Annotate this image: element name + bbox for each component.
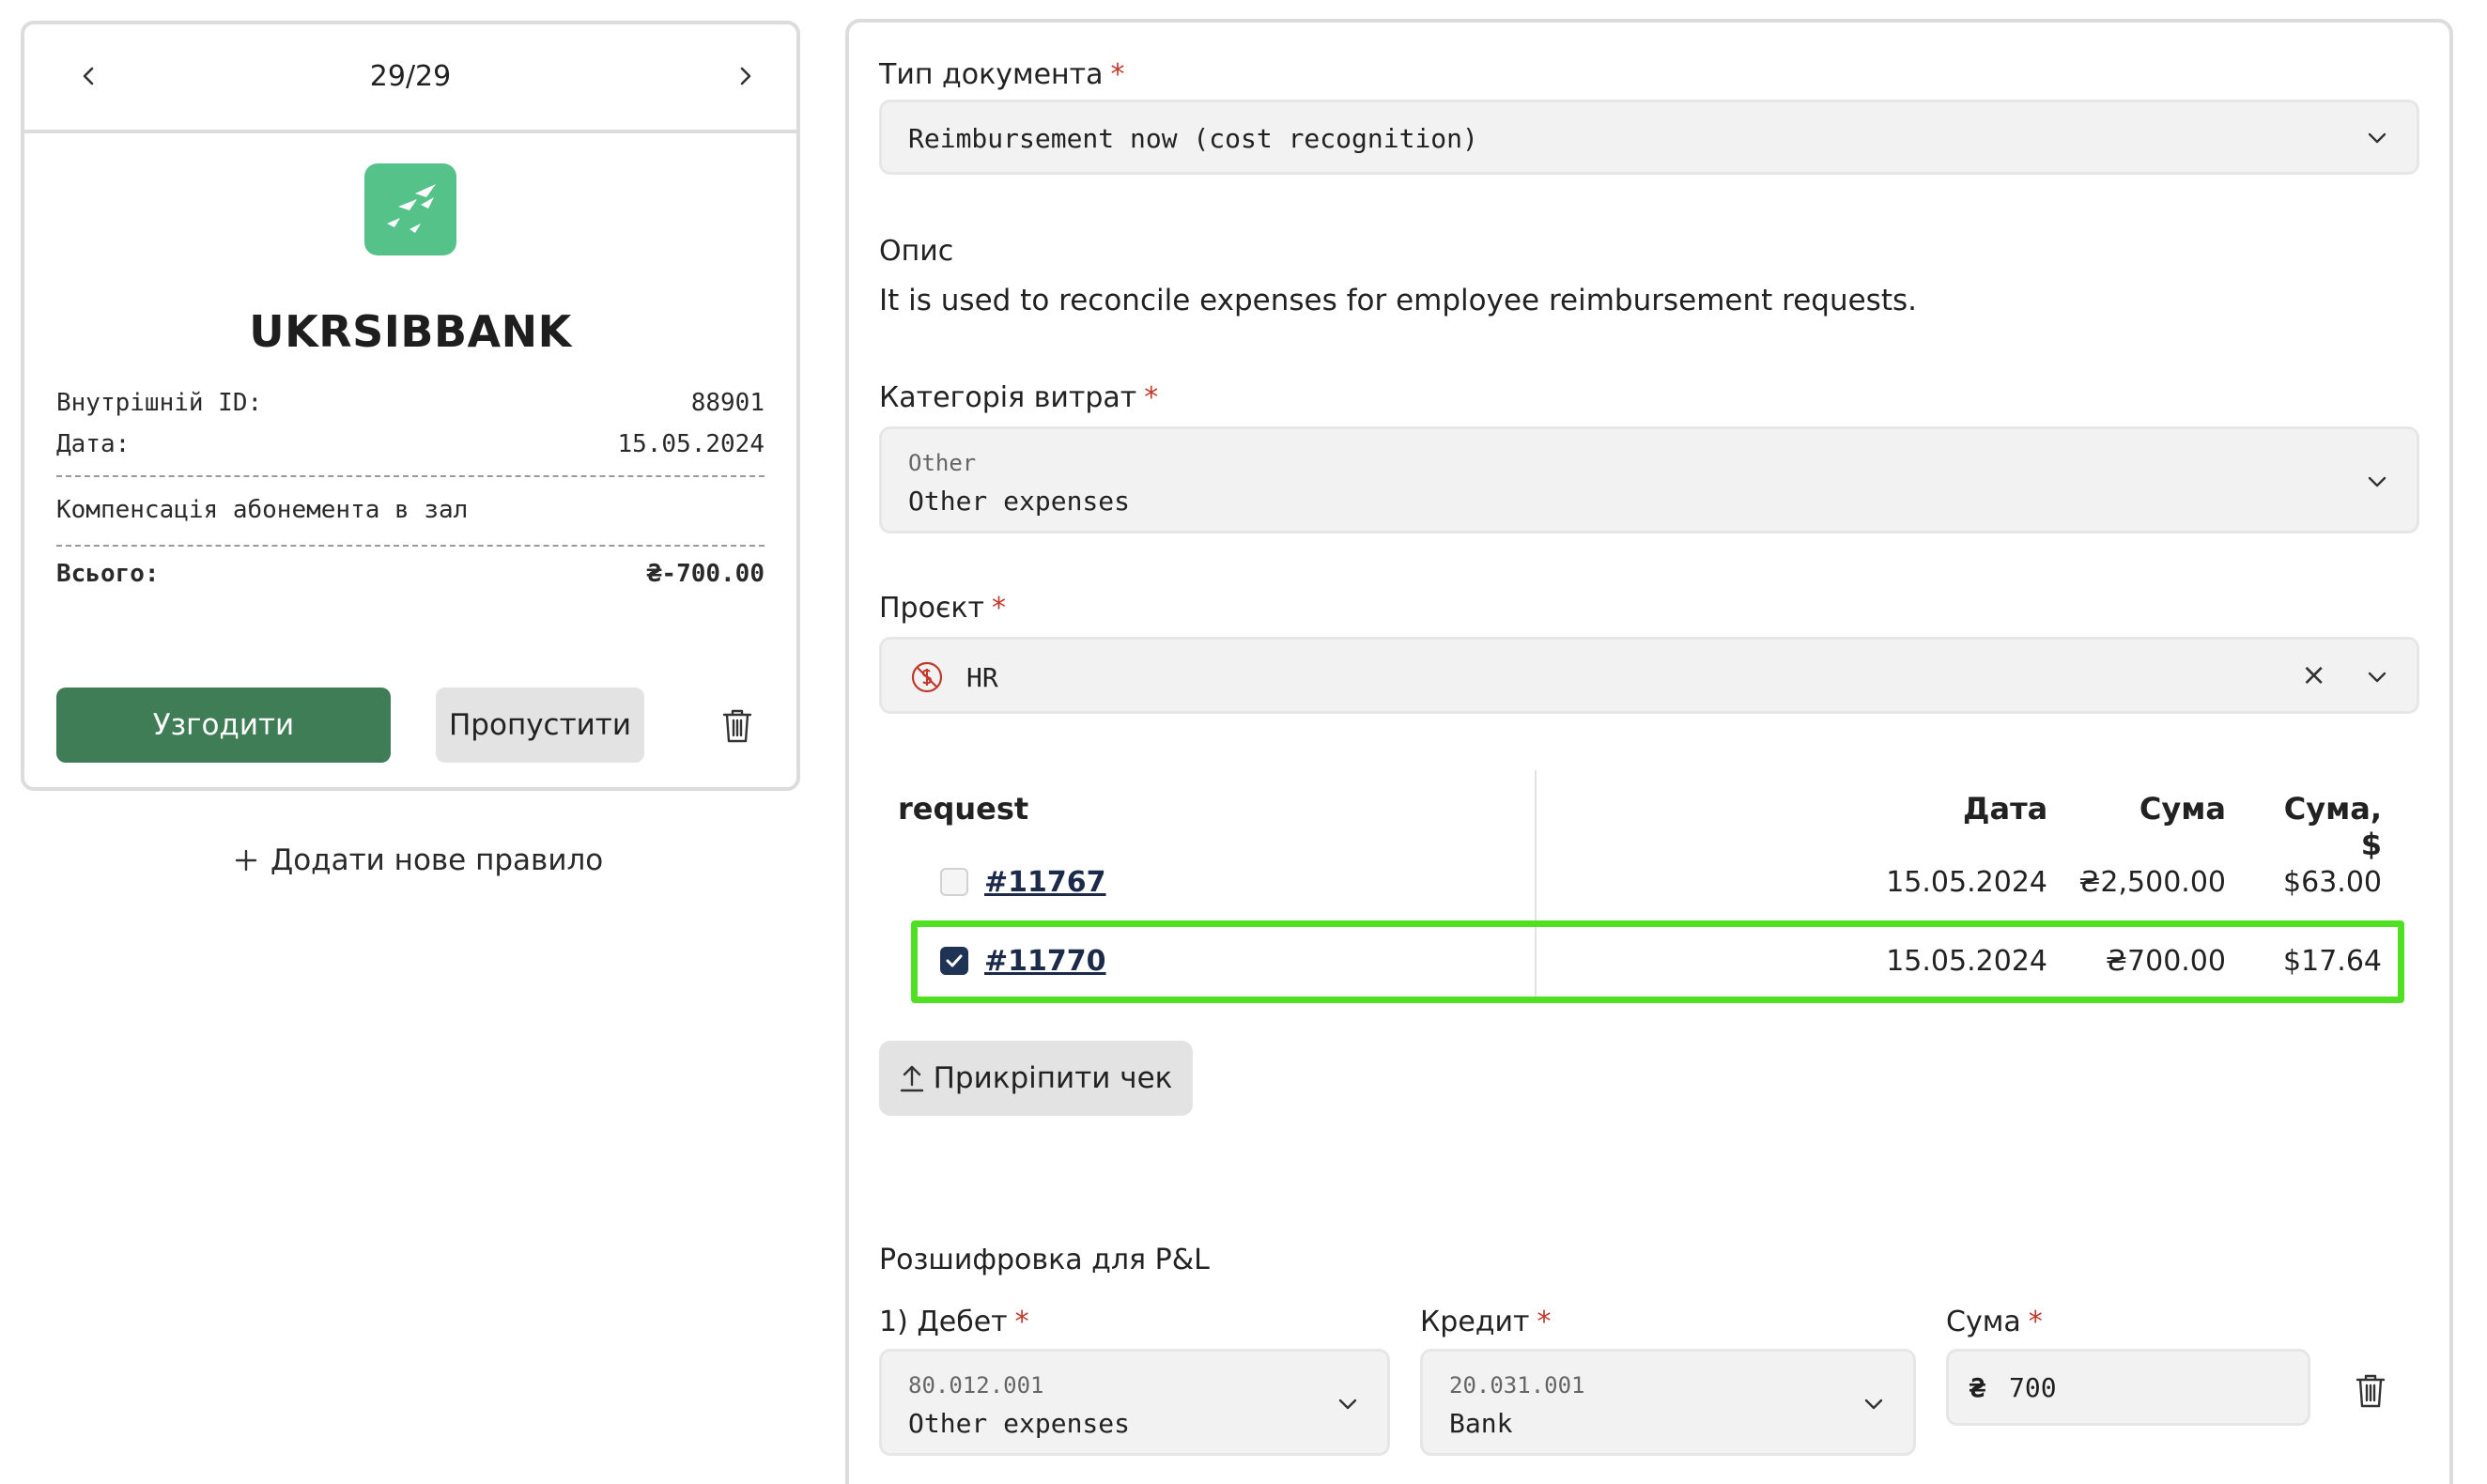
internal-id-label: Внутрішній ID: — [56, 389, 263, 417]
row-date: 15.05.2024 — [1886, 866, 2047, 899]
chevron-down-icon — [2364, 125, 2390, 151]
project-label: Проєкт * — [879, 592, 1007, 625]
project-select[interactable]: HR × — [879, 637, 2419, 714]
chevron-down-icon — [2364, 469, 2390, 495]
add-rule-button[interactable]: Додати нове правило — [235, 843, 603, 877]
delete-button[interactable] — [716, 704, 759, 748]
add-rule-label: Додати нове правило — [270, 843, 604, 877]
description-label: Опис — [879, 235, 954, 268]
bank-birds-logo-icon — [387, 184, 436, 233]
check-icon — [946, 954, 963, 967]
credit-label: Кредит * — [1420, 1306, 1552, 1338]
approve-button[interactable]: Узгодити — [56, 688, 391, 763]
attach-receipt-button[interactable]: Прикріпити чек — [879, 1041, 1193, 1116]
debit-code: 80.012.001 — [908, 1372, 1044, 1399]
internal-id-value: 88901 — [690, 389, 765, 417]
col-date: Дата — [1963, 791, 2048, 827]
category-label: Категорія витрат * — [879, 381, 1159, 414]
credit-code: 20.031.001 — [1449, 1372, 1585, 1399]
pager-count: 29/29 — [369, 60, 452, 93]
col-amount-usd: Сума, $ — [2283, 791, 2382, 862]
row-checkbox-checked[interactable] — [940, 947, 968, 975]
trash-icon — [2356, 1374, 2386, 1408]
description-text: It is used to reconcile expenses for emp… — [879, 284, 1917, 317]
debit-value: Other expenses — [908, 1408, 1131, 1439]
debit-label: 1) Дебет * — [879, 1306, 1029, 1338]
row-amount-usd: $63.00 — [2283, 866, 2382, 899]
pnl-title: Розшифровка для P&L — [879, 1244, 1210, 1276]
category-select[interactable]: Other Other expenses — [879, 426, 2419, 533]
debit-select[interactable]: 80.012.001 Other expenses — [879, 1349, 1390, 1456]
attach-receipt-label: Прикріпити чек — [933, 1061, 1173, 1095]
divider — [56, 475, 765, 477]
credit-value: Bank — [1449, 1408, 1513, 1439]
chevron-down-icon — [1861, 1391, 1887, 1417]
bank-logo — [364, 163, 456, 255]
amount-input[interactable]: ₴ 700 — [1946, 1349, 2310, 1426]
row-checkbox[interactable] — [940, 868, 968, 896]
trash-icon — [722, 709, 752, 743]
total-value: ₴-700.00 — [646, 560, 765, 588]
category-value: Other expenses — [908, 486, 1131, 517]
total-row: Всього: ₴-700.00 — [56, 560, 765, 588]
no-money-icon — [910, 660, 944, 698]
upload-icon — [900, 1065, 923, 1092]
receipt-description: Компенсація абонемента в зал — [56, 496, 469, 524]
doc-type-value: Reimbursement now (cost recognition) — [908, 123, 1478, 154]
plus-icon — [235, 849, 257, 872]
next-button[interactable] — [721, 53, 768, 100]
request-link[interactable]: #11767 — [984, 866, 1106, 899]
delete-line-button[interactable] — [2356, 1373, 2386, 1413]
chevron-down-icon — [1335, 1391, 1361, 1417]
chevron-right-icon — [740, 67, 751, 85]
divider — [56, 545, 765, 547]
internal-id-row: Внутрішній ID: 88901 — [56, 389, 765, 417]
row-amount: ₴2,500.00 — [2078, 866, 2226, 899]
request-link[interactable]: #11770 — [984, 945, 1106, 978]
row-amount-usd: $17.64 — [2283, 945, 2382, 978]
doc-type-select[interactable]: Reimbursement now (cost recognition) — [879, 100, 2419, 175]
doc-type-label: Тип документа * — [879, 58, 1125, 91]
amount-label: Сума * — [1946, 1306, 2043, 1338]
credit-select[interactable]: 20.031.001 Bank — [1420, 1349, 1916, 1456]
date-row: Дата: 15.05.2024 — [56, 430, 765, 458]
col-request: request — [898, 791, 1029, 827]
total-label: Всього: — [56, 560, 160, 588]
row-amount: ₴700.00 — [2105, 945, 2226, 978]
project-value: HR — [966, 662, 998, 693]
date-label: Дата: — [56, 430, 131, 458]
col-amount: Сума — [2139, 791, 2226, 827]
row-date: 15.05.2024 — [1886, 945, 2047, 978]
chevron-down-icon — [2364, 664, 2390, 690]
category-code: Other — [908, 450, 977, 476]
amount-value: 700 — [2009, 1372, 2057, 1403]
pager: 29/29 — [24, 24, 796, 133]
skip-button[interactable]: Пропустити — [436, 688, 644, 763]
bank-name: UKRSIBBANK — [249, 306, 572, 357]
date-value: 15.05.2024 — [617, 430, 765, 458]
clear-project-button[interactable]: × — [2301, 657, 2326, 692]
receipt-card: 29/29 UKRSIBBANK Внутрішній ID: 88901 Да… — [21, 21, 800, 791]
description-row: Компенсація абонемента в зал — [56, 496, 765, 524]
currency-symbol: ₴ — [1970, 1372, 1985, 1403]
